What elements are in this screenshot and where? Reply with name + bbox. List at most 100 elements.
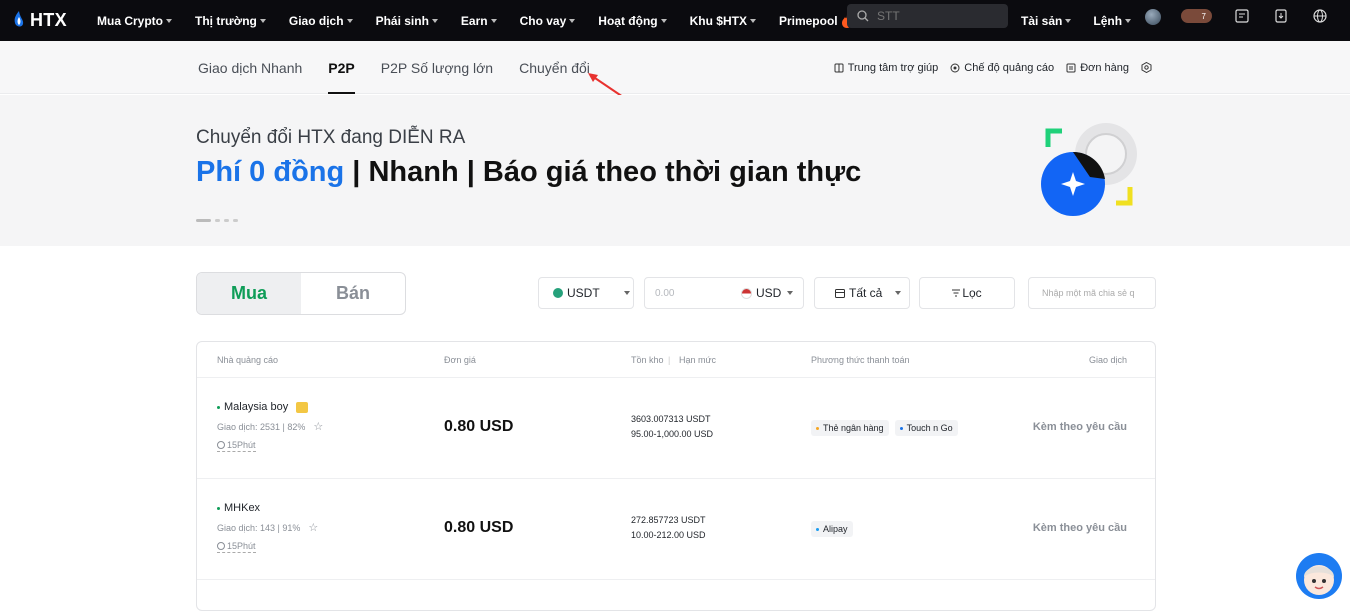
clock-icon (217, 542, 225, 550)
chevron-down-icon (623, 291, 630, 295)
card-icon (835, 288, 845, 298)
account-menu: Tài sản Lệnh (1021, 0, 1153, 41)
support-chat-button[interactable] (1296, 553, 1342, 599)
orders-link[interactable]: Đơn hàng (1066, 62, 1129, 74)
header-limit: Hạn mức (679, 355, 717, 365)
stock-limit: 3603.007313 USDT 95.00-1,000.00 USD (631, 412, 713, 442)
rewards-badge[interactable]: 7 (1181, 9, 1212, 23)
carousel-dot[interactable] (224, 219, 229, 222)
ad-mode-link[interactable]: Chế độ quảng cáo (950, 62, 1054, 74)
nav-markets[interactable]: Thị trường (195, 14, 266, 28)
filter-button[interactable]: Lọc (919, 277, 1015, 309)
unit-price: 0.80 USD (444, 519, 514, 536)
promo-banner[interactable]: Chuyển đổi HTX đang DIỄN RA Phí 0 đồng |… (0, 95, 1350, 246)
advertiser-name-text: MHKex (224, 502, 261, 514)
limit-value: 10.00-212.00 USD (631, 530, 706, 540)
table-row[interactable]: MHKex Giao dịch: 143 | 91% ☆ 15Phút 0.80 … (197, 479, 1155, 580)
payment-chip: Touch n Go (894, 420, 958, 436)
banner-title-highlight: Phí 0 đồng (196, 156, 345, 188)
convert-illustration-icon (1041, 123, 1137, 216)
search-input[interactable] (877, 9, 987, 23)
nav-label: Phái sinh (375, 13, 429, 28)
nav-label: Primepool (778, 13, 838, 28)
bank-dot-icon (816, 426, 819, 430)
carousel-dot[interactable] (233, 219, 238, 222)
payment-method-select[interactable]: Tất cả (814, 277, 910, 309)
banner-title: Phí 0 đồng | Nhanh | Báo giá theo thời g… (196, 156, 861, 189)
buy-tab[interactable]: Mua (197, 273, 301, 314)
carousel-dot[interactable] (196, 219, 211, 222)
tab-p2p[interactable]: P2P (328, 41, 356, 94)
advertiser-name-text: Malaysia boy (224, 401, 289, 413)
nav-loans[interactable]: Cho vay (520, 14, 576, 28)
top-navbar: HTX Mua Crypto Thị trường Giao dịch Phái… (0, 0, 1350, 41)
chevron-down-icon (1125, 18, 1132, 23)
nav-label: Earn (460, 13, 488, 28)
tab-quick-trade[interactable]: Giao dịch Nhanh (198, 41, 302, 94)
tab-convert[interactable]: Chuyển đổi (519, 41, 590, 94)
nav-activities[interactable]: Hoạt động (598, 14, 667, 28)
banner-subtitle: Chuyển đổi HTX đang DIỄN RA (196, 127, 466, 148)
share-code-input[interactable]: Nhập một mã chia sẻ q (1028, 277, 1156, 309)
nav-buy-crypto[interactable]: Mua Crypto (97, 14, 172, 28)
payment-chip: Thẻ ngân hàng (811, 420, 889, 436)
filter-label: Lọc (962, 286, 982, 300)
advertiser-name[interactable]: Malaysia boy (217, 401, 309, 413)
carousel-dots (196, 219, 238, 222)
star-icon[interactable]: ☆ (313, 420, 323, 433)
header-separator: | (668, 355, 671, 365)
online-dot-icon (217, 506, 220, 510)
nav-derivatives[interactable]: Phái sinh (376, 14, 438, 28)
htx-logo[interactable]: HTX (12, 6, 67, 34)
header-trade: Giao dịch (1088, 355, 1127, 365)
nav-htx-zone[interactable]: Khu $HTX (690, 14, 756, 28)
touchngo-dot-icon (899, 426, 903, 430)
trade-action[interactable]: Kèm theo yêu cầu (1033, 421, 1127, 433)
coin-value: USDT (567, 286, 600, 300)
stats-text: Giao dịch: 143 | 91% (217, 522, 301, 533)
download-icon[interactable] (1274, 9, 1288, 23)
header-payment: Phương thức thanh toán (811, 355, 910, 365)
buy-sell-toggle: Mua Bán (196, 272, 406, 315)
amount-currency-field[interactable]: 0.00 USD (644, 277, 804, 309)
trade-action[interactable]: Kèm theo yêu cầu (1033, 522, 1127, 534)
badge-count: 7 (1201, 11, 1206, 21)
nav-primepool[interactable]: Primepool (778, 13, 853, 28)
chevron-down-icon (490, 18, 497, 23)
amount-input[interactable]: 0.00 (655, 288, 741, 299)
table-row[interactable]: Malaysia boy Giao dịch: 2531 | 82% ☆ 15Ph… (197, 378, 1155, 479)
unit-price: 0.80 USD (444, 418, 514, 435)
tab-p2p-bulk[interactable]: P2P Số lượng lớn (381, 41, 493, 94)
payment-value: Tất cả (849, 286, 883, 300)
main-menu: Mua Crypto Thị trường Giao dịch Phái sin… (97, 0, 876, 41)
book-icon (834, 63, 844, 72)
payment-chip: Alipay (811, 521, 853, 537)
advertiser-stats: Giao dịch: 2531 | 82% ☆ (217, 420, 323, 433)
message-icon[interactable] (1235, 9, 1249, 23)
payment-chip-label: Touch n Go (906, 423, 953, 433)
search-box[interactable] (847, 4, 1008, 28)
nav-label: Khu $HTX (689, 13, 747, 28)
sell-tab[interactable]: Bán (301, 273, 405, 314)
carousel-dot[interactable] (215, 219, 220, 222)
chevron-down-icon (259, 18, 266, 23)
chevron-down-icon (787, 291, 794, 295)
settings-button[interactable] (1141, 62, 1156, 73)
chevron-down-icon (431, 18, 438, 23)
avatar-globe-icon[interactable] (1145, 9, 1161, 25)
coin-select[interactable]: USDT (538, 277, 634, 309)
chevron-down-icon (569, 18, 576, 23)
star-icon[interactable]: ☆ (308, 521, 318, 534)
nav-trade[interactable]: Giao dịch (289, 14, 353, 28)
nav-earn[interactable]: Earn (461, 14, 497, 28)
chevron-down-icon (166, 18, 172, 23)
gear-icon (1141, 62, 1152, 73)
language-globe-icon[interactable] (1313, 9, 1327, 23)
help-center-link[interactable]: Trung tâm trợ giúp (834, 62, 938, 74)
orders-menu[interactable]: Lệnh (1093, 14, 1132, 28)
time-text: 15Phút (227, 440, 256, 450)
assets-menu[interactable]: Tài sản (1021, 14, 1072, 28)
us-flag-icon (741, 287, 752, 299)
payment-chip-label: Thẻ ngân hàng (823, 423, 884, 433)
advertiser-name[interactable]: MHKex (217, 502, 260, 514)
